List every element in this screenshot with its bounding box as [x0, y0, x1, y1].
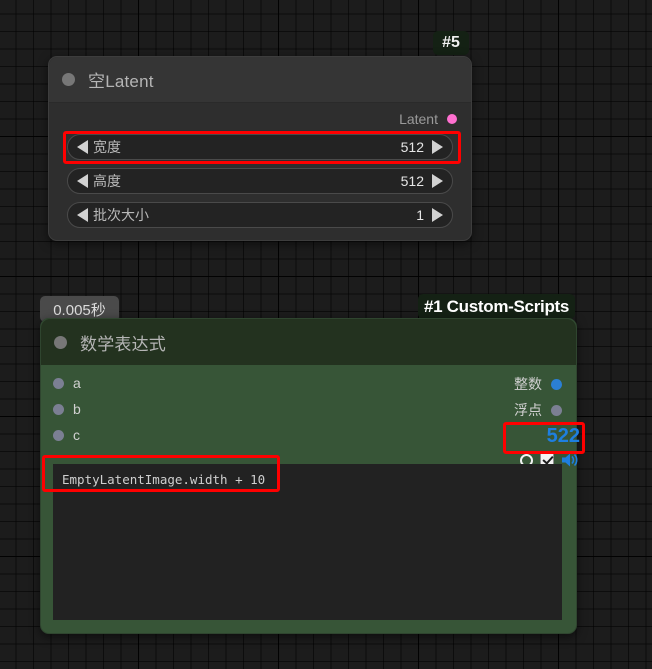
- node-id-badge-5: #5: [433, 31, 469, 55]
- widget-width[interactable]: 宽度 512: [67, 134, 453, 160]
- input-slot-c-label: c: [73, 427, 80, 443]
- input-slot-c[interactable]: c: [53, 427, 80, 443]
- widget-batch-size-label: 批次大小: [93, 207, 149, 223]
- widget-batch-size-value[interactable]: 1: [416, 207, 424, 223]
- batch-size-decrement-arrow-icon[interactable]: [77, 208, 88, 222]
- output-slot-float-label: 浮点: [514, 402, 542, 418]
- input-slot-b[interactable]: b: [53, 401, 81, 417]
- result-value: 522: [546, 425, 580, 447]
- node-math-expression-title: 数学表达式: [41, 319, 576, 365]
- node-empty-latent-title-text: 空Latent: [88, 72, 154, 91]
- input-slot-a[interactable]: a: [53, 375, 81, 391]
- node-id-badge-custom-scripts: #1 Custom-Scripts: [418, 294, 575, 319]
- output-slot-latent-label: Latent: [399, 111, 438, 127]
- node-empty-latent-titlebar[interactable]: 空Latent: [49, 57, 471, 103]
- widget-height-label: 高度: [93, 173, 121, 189]
- node-math-expression-titlebar[interactable]: 数学表达式: [41, 319, 576, 365]
- widget-height-value[interactable]: 512: [401, 173, 424, 189]
- output-slot-int-label: 整数: [514, 376, 542, 392]
- node-empty-latent[interactable]: 空Latent Latent 宽度 512 高度 512 批次大小 1: [48, 56, 472, 241]
- input-dot-a-icon[interactable]: [53, 377, 64, 389]
- node-empty-latent-title: 空Latent: [49, 57, 471, 102]
- batch-size-increment-arrow-icon[interactable]: [432, 208, 443, 222]
- widget-batch-size[interactable]: 批次大小 1: [67, 202, 453, 228]
- width-decrement-arrow-icon[interactable]: [77, 140, 88, 154]
- output-dot-int-icon[interactable]: [551, 378, 562, 390]
- height-decrement-arrow-icon[interactable]: [77, 174, 88, 188]
- input-dot-c-icon[interactable]: [53, 429, 64, 441]
- collapse-dot-icon[interactable]: [54, 335, 67, 349]
- output-dot-float-icon[interactable]: [551, 404, 562, 416]
- input-slot-b-label: b: [73, 401, 81, 417]
- input-slot-a-label: a: [73, 375, 81, 391]
- collapse-dot-icon[interactable]: [62, 73, 75, 86]
- height-increment-arrow-icon[interactable]: [432, 174, 443, 188]
- widget-width-label: 宽度: [93, 139, 121, 155]
- widget-width-value[interactable]: 512: [401, 139, 424, 155]
- node-graph-canvas[interactable]: #5 空Latent Latent 宽度 512 高度 512 批次大小 1 0…: [0, 0, 652, 669]
- node-math-expression-title-text: 数学表达式: [80, 334, 166, 354]
- output-slot-int[interactable]: 整数: [514, 374, 562, 394]
- output-dot-latent-icon[interactable]: [447, 114, 457, 124]
- expression-textarea[interactable]: EmptyLatentImage.width + 10: [53, 464, 562, 620]
- width-increment-arrow-icon[interactable]: [432, 140, 443, 154]
- output-slot-latent[interactable]: Latent: [399, 111, 457, 127]
- widget-height[interactable]: 高度 512: [67, 168, 453, 194]
- input-dot-b-icon[interactable]: [53, 403, 64, 415]
- speaker-on-icon[interactable]: [561, 452, 580, 468]
- output-slot-float[interactable]: 浮点: [514, 400, 562, 420]
